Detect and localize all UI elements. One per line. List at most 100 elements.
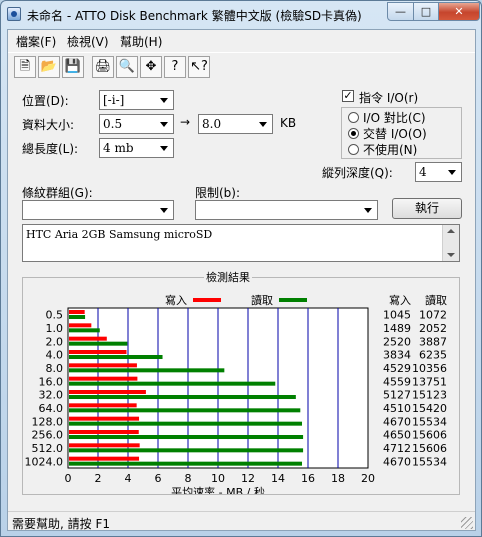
x-tick-label: 10 <box>211 472 225 485</box>
read-value: 3887 <box>419 335 447 348</box>
write-bar <box>69 443 140 448</box>
read-bar <box>69 395 296 399</box>
chevron-down-icon[interactable] <box>444 164 460 180</box>
menu-help[interactable]: 幫助(H) <box>120 33 162 50</box>
new-document-icon[interactable]: 🗎 <box>14 56 36 78</box>
total-length-select[interactable]: 4 mb <box>99 138 174 158</box>
help-icon[interactable]: ? <box>164 56 186 78</box>
read-value: 2052 <box>419 322 447 335</box>
read-value: 15606 <box>412 442 447 455</box>
write-value: 5127 <box>383 389 411 402</box>
x-tick-label: 18 <box>331 472 345 485</box>
benchmark-chart: 0 2 4 6 8 10 12 14 16 18 20平均速率 - MB / 秒寫入 讀取 寫入 讀取0.… <box>25 293 448 494</box>
chevron-down-icon[interactable] <box>156 116 172 132</box>
description-input[interactable]: HTC Aria 2GB Samsung microSD <box>22 224 460 262</box>
column-header-read: 讀取 <box>425 293 447 307</box>
read-bar <box>69 448 304 453</box>
y-tick-label: 4.0 <box>46 349 64 362</box>
scroll-down-icon[interactable] <box>443 249 459 261</box>
restrict-select[interactable] <box>195 200 378 220</box>
legend-write-label: 寫入 <box>165 293 187 307</box>
x-tick-label: 4 <box>125 472 132 485</box>
start-button[interactable]: 執行 <box>392 198 462 219</box>
y-tick-label: 64.0 <box>39 402 64 415</box>
move-icon[interactable]: ✥ <box>140 56 162 78</box>
results-title: 檢測結果 <box>204 269 252 285</box>
maximize-button[interactable]: □ <box>413 2 439 21</box>
print-preview-icon[interactable]: 🔍 <box>116 56 138 78</box>
chevron-down-icon[interactable] <box>156 140 172 156</box>
description-scrollbar[interactable] <box>442 225 459 261</box>
read-value: 15123 <box>412 389 447 402</box>
legend-read-label: 讀取 <box>251 293 273 307</box>
read-value: 15420 <box>412 402 447 415</box>
transfer-size-from-select[interactable]: 0.5 <box>99 114 174 134</box>
overlapped-io-radio[interactable] <box>348 128 359 139</box>
y-tick-label: 256.0 <box>32 429 64 442</box>
chevron-down-icon[interactable] <box>156 202 172 218</box>
read-bar <box>69 355 163 359</box>
write-bar <box>69 363 137 368</box>
close-button[interactable]: ✕ <box>438 2 480 21</box>
open-folder-icon[interactable]: 📂 <box>38 56 60 78</box>
column-header-write: 寫入 <box>389 293 411 307</box>
y-tick-label: 8.0 <box>46 362 64 375</box>
read-bar <box>69 368 225 373</box>
y-tick-label: 1024.0 <box>25 455 64 468</box>
write-value: 2520 <box>383 335 411 348</box>
write-bar <box>69 456 140 461</box>
x-tick-label: 12 <box>241 472 255 485</box>
neither-radio[interactable] <box>348 144 359 155</box>
read-bar <box>69 341 128 346</box>
read-bar <box>69 381 276 386</box>
transfer-size-to-select[interactable]: 8.0 <box>198 114 273 134</box>
read-value: 15534 <box>412 455 447 468</box>
read-bar <box>69 461 303 466</box>
read-bar <box>69 315 86 319</box>
write-bar <box>69 336 107 341</box>
range-arrow: → <box>180 115 191 129</box>
toolbar: 🗎 📂 💾 🖨 🔍 ✥ ? ↖? <box>8 52 475 81</box>
chevron-down-icon[interactable] <box>360 202 376 218</box>
app-icon <box>7 7 21 21</box>
y-tick-label: 512.0 <box>32 442 64 455</box>
transfer-size-label: 資料大小: <box>22 118 75 132</box>
results-panel: 0 2 4 6 8 10 12 14 16 18 20 平均速率 - MB / 秒寫入 讀取 寫入 讀取 0.… <box>22 277 460 495</box>
x-axis-label: 平均速率 - MB / 秒 <box>171 485 265 494</box>
write-value: 4712 <box>383 442 411 455</box>
read-value: 13751 <box>412 375 447 388</box>
controlled-by-label: 條紋群組(G): <box>22 186 93 200</box>
write-value: 4670 <box>383 455 411 468</box>
read-bar <box>69 421 303 426</box>
write-value: 1489 <box>383 322 411 335</box>
minimize-button[interactable]: — <box>387 2 414 21</box>
print-icon[interactable]: 🖨 <box>92 56 114 78</box>
direct-io-checkbox[interactable]: ✓ <box>342 90 354 102</box>
context-help-icon[interactable]: ↖? <box>188 56 210 78</box>
io-compare-radio[interactable] <box>348 112 359 123</box>
write-bar <box>69 310 85 314</box>
read-value: 6235 <box>419 349 447 362</box>
save-disk-icon[interactable]: 💾 <box>62 56 84 78</box>
read-bar <box>69 408 301 413</box>
y-tick-label: 32.0 <box>39 389 64 402</box>
status-bar: 需要幫助, 請按 F1 <box>8 511 475 531</box>
controlled-by-select[interactable] <box>22 200 174 220</box>
read-value: 15534 <box>412 415 447 428</box>
menu-file[interactable]: 檔案(F) <box>16 33 56 50</box>
resize-grip-icon[interactable] <box>461 517 473 529</box>
menu-view[interactable]: 檢視(V) <box>67 33 109 50</box>
queue-depth-select[interactable]: 4 <box>415 162 462 182</box>
y-tick-label: 0.5 <box>46 309 64 322</box>
write-value: 4559 <box>383 375 411 388</box>
drive-select[interactable]: [-i-] <box>99 90 174 110</box>
write-bar <box>69 390 146 394</box>
chevron-down-icon[interactable] <box>255 116 271 132</box>
chevron-down-icon[interactable] <box>156 92 172 108</box>
x-tick-label: 20 <box>361 472 375 485</box>
read-value: 15606 <box>412 429 447 442</box>
scroll-up-icon[interactable] <box>443 225 459 237</box>
y-tick-label: 16.0 <box>39 375 64 388</box>
title-bar[interactable]: 未命名 - ATTO Disk Benchmark 繁體中文版 (檢驗SD卡真偽… <box>1 1 481 29</box>
y-tick-label: 128.0 <box>32 415 64 428</box>
